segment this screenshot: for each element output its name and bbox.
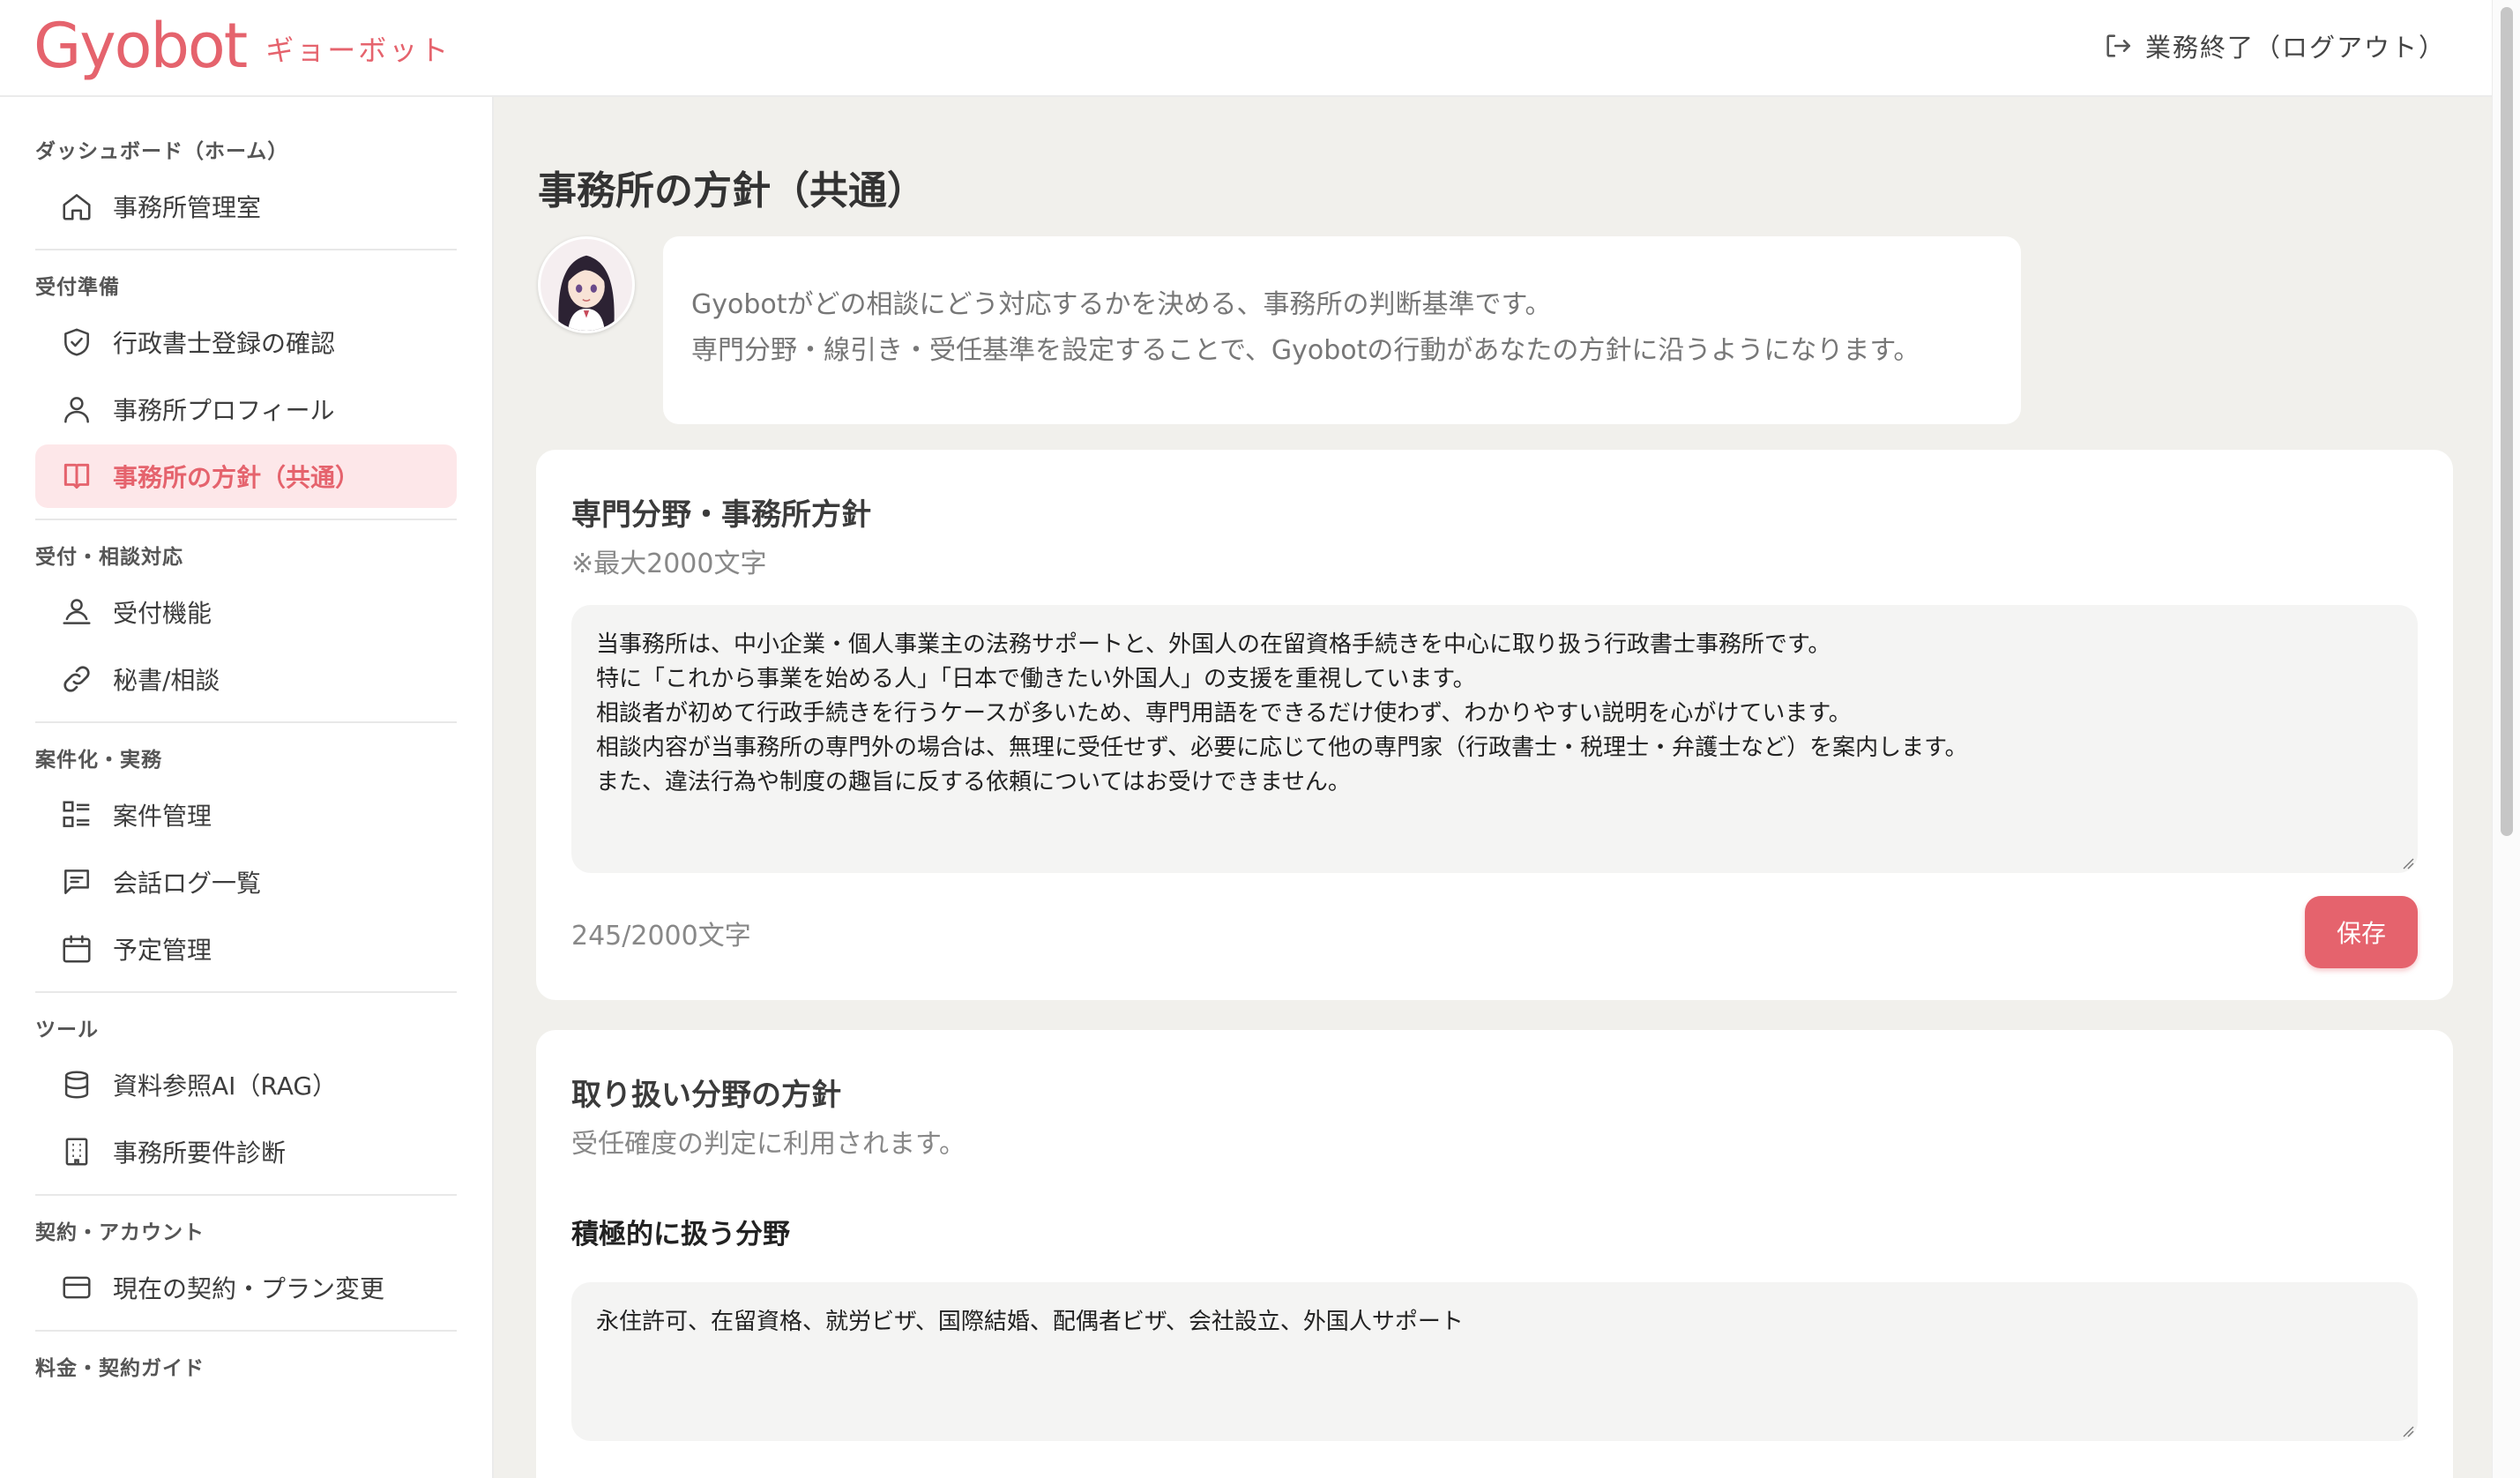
- assistant-avatar: [538, 236, 635, 333]
- page-scrollbar[interactable]: [2492, 0, 2520, 1478]
- intro-message: Gyobotがどの相談にどう対応するかを決める、事務所の判断基準です。 専門分野…: [663, 236, 2021, 424]
- sidebar-divider: [35, 519, 457, 520]
- logo-wordmark: Gyobot: [34, 10, 248, 82]
- sidebar-item-chat-logs[interactable]: 会話ログ一覧: [35, 850, 457, 914]
- reception-icon: [63, 599, 91, 624]
- sidebar-item-label: 会話ログ一覧: [113, 869, 262, 898]
- sidebar-item-registration-check[interactable]: 行政書士登録の確認: [35, 310, 457, 374]
- sidebar-divider: [35, 249, 457, 250]
- sidebar-group-title: 受付・相談対応: [35, 546, 183, 569]
- sidebar-group-cases: 案件化・実務 案件管理 会話ログ一覧 予定管理: [0, 741, 492, 981]
- active-fields-label: 積極的に扱う分野: [571, 1219, 790, 1250]
- sidebar-item-requirements[interactable]: 事務所要件診断: [35, 1120, 457, 1183]
- sidebar-item-case-management[interactable]: 案件管理: [35, 783, 457, 847]
- building-icon: [65, 1138, 88, 1166]
- policy-text-line: 相談内容が当事務所の専門外の場合は、無理に受任せず、必要に応じて他の専門家（行政…: [596, 735, 1968, 761]
- shield-check-icon: [64, 328, 89, 356]
- sidebar-item-label: 事務所の方針（共通）: [113, 463, 361, 492]
- policy-text-line: また、違法行為や制度の趣旨に反する依頼についてはお受けできません。: [596, 769, 1351, 795]
- user-icon: [64, 397, 89, 423]
- app-logo[interactable]: Gyobot ギョーボット: [34, 11, 451, 81]
- policy-card-subtitle: ※最大2000文字: [571, 549, 767, 579]
- fields-card-subtitle: 受任確度の判定に利用されます。: [571, 1129, 966, 1160]
- active-fields-textarea[interactable]: 永住許可、在留資格、就労ビザ、国際結婚、配偶者ビザ、会社設立、外国人サポート: [571, 1282, 2418, 1441]
- sidebar-item-office-room[interactable]: 事務所管理室: [35, 175, 457, 238]
- fields-card: 取り扱い分野の方針 受任確度の判定に利用されます。 積極的に扱う分野 永住許可、…: [536, 1030, 2453, 1478]
- sidebar-group-dashboard: ダッシュボード（ホーム） 事務所管理室: [0, 132, 492, 238]
- page-title: 事務所の方針（共通）: [538, 168, 926, 213]
- sidebar-group-title: 受付準備: [35, 276, 120, 299]
- top-header: Gyobot ギョーボット 業務終了（ログアウト）: [0, 0, 2492, 97]
- sidebar-item-office-profile[interactable]: 事務所プロフィール: [35, 377, 457, 441]
- sidebar-group-title: 契約・アカウント: [35, 1221, 205, 1244]
- intro-line: 専門分野・線引き・受任基準を設定することで、Gyobotの行動があなたの方針に沿…: [691, 335, 1920, 366]
- sidebar-item-office-policy[interactable]: 事務所の方針（共通）: [35, 444, 457, 508]
- database-icon: [64, 1071, 89, 1099]
- sidebar-item-label: 行政書士登録の確認: [113, 329, 336, 358]
- intro-line: Gyobotがどの相談にどう対応するかを決める、事務所の判断基準です。: [691, 289, 1552, 320]
- logo-subtitle: ギョーボット: [265, 34, 451, 67]
- logout-icon: [2106, 34, 2131, 57]
- sidebar-group-title: 料金・契約ガイド: [35, 1357, 205, 1380]
- sidebar-group-pricing: 料金・契約ガイド: [0, 1349, 492, 1388]
- sidebar-item-rag[interactable]: 資料参照AI（RAG）: [35, 1053, 457, 1116]
- policy-text-line: 相談者が初めて行政手続きを行うケースが多いため、専門用語をできるだけ使わず、わか…: [596, 700, 1852, 727]
- sidebar-item-label: 事務所要件診断: [113, 1138, 287, 1168]
- policy-text-line: 当事務所は、中小企業・個人事業主の法務サポートと、外国人の在留資格手続きを中心に…: [596, 631, 1831, 658]
- sidebar: ダッシュボード（ホーム） 事務所管理室 受付準備 行政書士登録の確認 事務所プロ…: [0, 97, 494, 1478]
- chat-icon: [64, 870, 89, 894]
- sidebar-item-label: 秘書/相談: [113, 666, 220, 695]
- fields-card-title: 取り扱い分野の方針: [571, 1078, 841, 1113]
- sidebar-group-account: 契約・アカウント 現在の契約・プラン変更: [0, 1213, 492, 1319]
- sidebar-item-reception[interactable]: 受付機能: [35, 580, 457, 644]
- sidebar-item-label: 予定管理: [113, 936, 212, 965]
- sidebar-group-tools: ツール 資料参照AI（RAG） 事務所要件診断: [0, 1011, 492, 1183]
- character-counter: 245/2000文字: [571, 921, 751, 952]
- book-icon: [63, 463, 90, 489]
- sidebar-group-title: 案件化・実務: [35, 749, 162, 772]
- sidebar-group-preparation: 受付準備 行政書士登録の確認 事務所プロフィール 事務所の方針（共通）: [0, 268, 492, 508]
- sidebar-item-label: 受付機能: [113, 599, 212, 628]
- sidebar-item-plan[interactable]: 現在の契約・プラン変更: [35, 1256, 457, 1319]
- home-icon: [63, 194, 91, 220]
- logout-button[interactable]: 業務終了（ログアウト）: [2103, 26, 2446, 65]
- credit-card-icon: [63, 1276, 91, 1299]
- resize-handle-icon[interactable]: [2400, 1423, 2414, 1437]
- active-fields-text: 永住許可、在留資格、就労ビザ、国際結婚、配偶者ビザ、会社設立、外国人サポート: [596, 1309, 1464, 1335]
- logout-label: 業務終了（ログアウト）: [2144, 33, 2446, 63]
- sidebar-group-reception: 受付・相談対応 受付機能 秘書/相談: [0, 538, 492, 711]
- sidebar-item-secretary[interactable]: 秘書/相談: [35, 647, 457, 711]
- policy-textarea[interactable]: 当事務所は、中小企業・個人事業主の法務サポートと、外国人の在留資格手続きを中心に…: [571, 605, 2418, 873]
- sidebar-group-title: ツール: [35, 1019, 99, 1041]
- policy-card-title: 専門分野・事務所方針: [571, 497, 871, 533]
- policy-card: 専門分野・事務所方針 ※最大2000文字 当事務所は、中小企業・個人事業主の法務…: [536, 450, 2453, 1000]
- scrollbar-thumb[interactable]: [2501, 7, 2513, 836]
- link-icon: [63, 666, 90, 692]
- sidebar-divider: [35, 1194, 457, 1196]
- sidebar-item-label: 事務所管理室: [113, 193, 262, 222]
- sidebar-divider: [35, 991, 457, 993]
- sidebar-divider: [35, 721, 457, 723]
- policy-text-line: 特に「これから事業を始める人」「日本で働きたい外国人」の支援を重視しています。: [596, 666, 1476, 692]
- sidebar-group-title: ダッシュボード（ホーム）: [35, 140, 289, 163]
- save-button[interactable]: 保存: [2305, 896, 2418, 968]
- assistant-avatar-icon: [541, 239, 632, 331]
- sidebar-item-label: 資料参照AI（RAG）: [113, 1071, 338, 1101]
- calendar-icon: [63, 935, 91, 963]
- sidebar-item-schedule[interactable]: 予定管理: [35, 917, 457, 981]
- sidebar-item-label: 現在の契約・プラン変更: [113, 1274, 385, 1303]
- resize-handle-icon[interactable]: [2400, 855, 2414, 870]
- sidebar-divider: [35, 1330, 457, 1332]
- sidebar-item-label: 案件管理: [113, 802, 212, 831]
- list-icon: [63, 801, 90, 827]
- sidebar-item-label: 事務所プロフィール: [113, 396, 335, 425]
